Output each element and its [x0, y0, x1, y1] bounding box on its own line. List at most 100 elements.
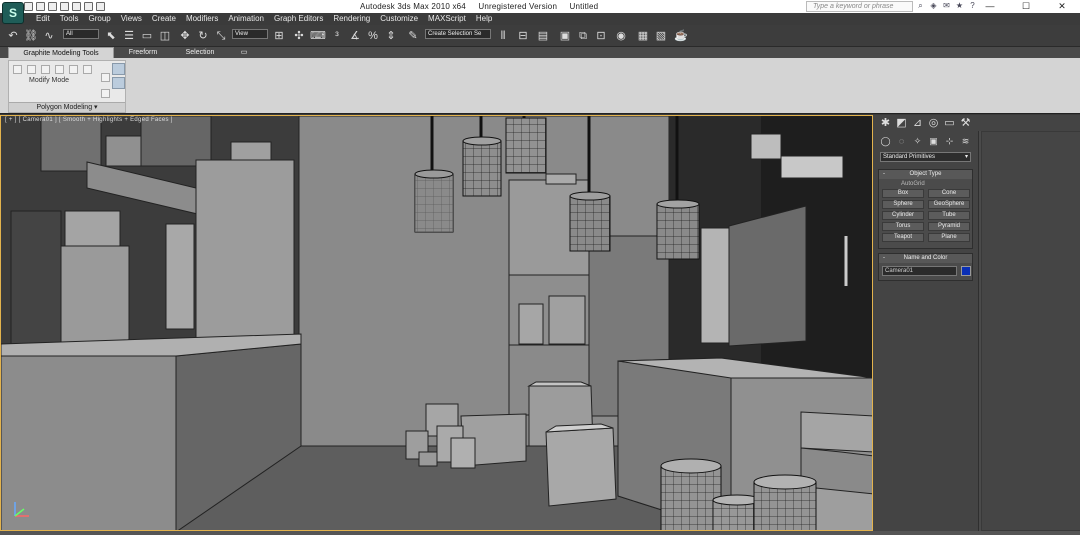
polygon-modeling-dropdown[interactable]: Polygon Modeling ▾	[9, 102, 125, 112]
shapes-icon[interactable]: ◌	[895, 135, 908, 147]
render-production-icon[interactable]: ☕	[674, 29, 688, 43]
mirror-icon[interactable]: ⫴	[496, 29, 510, 43]
lights-icon[interactable]: ✧	[911, 135, 924, 147]
save-file-icon[interactable]	[48, 2, 57, 11]
utilities-tab-icon[interactable]: ⚒	[959, 117, 972, 130]
display-tab-icon[interactable]: ▭	[943, 117, 956, 130]
cameras-icon[interactable]: ▣	[927, 135, 940, 147]
pyramid-button[interactable]: Pyramid	[928, 222, 970, 231]
menu-edit[interactable]: Edit	[31, 13, 55, 25]
ribbon-expand-icon[interactable]	[112, 77, 125, 89]
tab-selection[interactable]: Selection	[174, 47, 226, 58]
menu-tools[interactable]: Tools	[55, 13, 84, 25]
torus-button[interactable]: Torus	[882, 222, 924, 231]
cone-button[interactable]: Cone	[928, 189, 970, 198]
edge-mode-icon[interactable]	[41, 65, 50, 74]
plane-button[interactable]: Plane	[928, 233, 970, 242]
modify-tab-icon[interactable]: ◩	[895, 117, 908, 130]
help-search-input[interactable]: Type a keyword or phrase	[806, 1, 913, 12]
camera-viewport[interactable]: [ + ] [ Camera01 ] [ Smooth + Highlights…	[0, 115, 873, 531]
space-warps-icon[interactable]: ≋	[959, 135, 972, 147]
menu-graph-editors[interactable]: Graph Editors	[269, 13, 328, 25]
select-by-name-icon[interactable]: ☰	[122, 29, 136, 43]
object-type-header[interactable]: Object Type	[879, 170, 972, 179]
menu-views[interactable]: Views	[116, 13, 147, 25]
primitive-category-select[interactable]: Standard Primitives	[880, 152, 971, 162]
object-mode-icon[interactable]	[13, 65, 22, 74]
geosphere-button[interactable]: GeoSphere	[928, 200, 970, 209]
edit-named-selection-icon[interactable]: ✎	[406, 29, 420, 43]
tab-graphite-modeling-tools[interactable]: Graphite Modeling Tools	[8, 47, 114, 58]
spinner-snap-icon[interactable]: ⇕	[384, 29, 398, 43]
menu-rendering[interactable]: Rendering	[328, 13, 375, 25]
collapse-stack-icon[interactable]	[101, 73, 110, 82]
subscription-icon[interactable]: ◈	[929, 1, 938, 10]
minimize-button[interactable]: —	[972, 0, 1008, 13]
schematic-view-icon[interactable]: ⊡	[594, 29, 608, 43]
viewport-label[interactable]: [ + ] [ Camera01 ] [ Smooth + Highlights…	[5, 117, 173, 123]
curve-editor-icon[interactable]: ⧉	[576, 29, 590, 43]
tab-freeform[interactable]: Freeform	[118, 47, 168, 58]
graphite-toggle-icon[interactable]: ▣	[558, 29, 572, 43]
snaps-toggle-icon[interactable]: ³	[330, 29, 344, 43]
polygon-mode-icon[interactable]	[69, 65, 78, 74]
scale-icon[interactable]: ⤡	[214, 29, 228, 43]
maximize-button[interactable]: ☐	[1008, 0, 1044, 13]
rendered-frame-window-icon[interactable]: ▧	[654, 29, 668, 43]
select-object-icon[interactable]: ⬉	[104, 29, 118, 43]
favorites-icon[interactable]: ★	[955, 1, 964, 10]
selection-filter-select[interactable]: All	[63, 29, 99, 39]
open-file-icon[interactable]	[36, 2, 45, 11]
undo-icon[interactable]: ↶	[6, 29, 20, 43]
sphere-button[interactable]: Sphere	[882, 200, 924, 209]
helpers-icon[interactable]: ⊹	[943, 135, 956, 147]
vertex-mode-icon[interactable]	[27, 65, 36, 74]
layer-manager-icon[interactable]: ▤	[536, 29, 550, 43]
create-tab-icon[interactable]: ✱	[879, 117, 892, 130]
hierarchy-tab-icon[interactable]: ⊿	[911, 117, 924, 130]
render-setup-icon[interactable]: ▦	[636, 29, 650, 43]
reference-coordinate-select[interactable]: View	[232, 29, 268, 39]
redo-icon[interactable]	[72, 2, 81, 11]
named-selection-set-select[interactable]: Create Selection Se	[425, 29, 491, 39]
element-mode-icon[interactable]	[83, 65, 92, 74]
angle-snap-icon[interactable]: ∡	[348, 29, 362, 43]
window-crossing-icon[interactable]: ◫	[158, 29, 172, 43]
menu-customize[interactable]: Customize	[375, 13, 423, 25]
toggle-stack-icon[interactable]	[101, 89, 110, 98]
name-and-color-header[interactable]: Name and Color	[879, 254, 972, 263]
ribbon-options-icon[interactable]: ▭	[238, 47, 250, 58]
autogrid-checkbox[interactable]: AutoGrid	[879, 179, 972, 189]
pivot-center-icon[interactable]: ⊞	[272, 29, 286, 43]
quick-access-dropdown-icon[interactable]	[96, 2, 105, 11]
rect-selection-icon[interactable]: ▭	[140, 29, 154, 43]
bind-space-warp-icon[interactable]: ∿	[42, 29, 56, 43]
ribbon-pin-icon[interactable]	[112, 63, 125, 75]
geometry-icon[interactable]: ◯	[879, 135, 892, 147]
motion-tab-icon[interactable]: ◎	[927, 117, 940, 130]
new-file-icon[interactable]	[24, 2, 33, 11]
material-editor-icon[interactable]: ◉	[614, 29, 628, 43]
communication-icon[interactable]: ✉	[942, 1, 951, 10]
project-folder-icon[interactable]	[84, 2, 93, 11]
move-icon[interactable]: ✥	[178, 29, 192, 43]
cylinder-button[interactable]: Cylinder	[882, 211, 924, 220]
menu-animation[interactable]: Animation	[223, 13, 269, 25]
modify-mode-label[interactable]: Modify Mode	[29, 77, 69, 84]
app-logo-icon[interactable]: S	[2, 2, 24, 24]
tube-button[interactable]: Tube	[928, 211, 970, 220]
link-icon[interactable]: ⛓	[24, 29, 38, 43]
search-icon[interactable]: ⌕	[916, 1, 925, 10]
teapot-button[interactable]: Teapot	[882, 233, 924, 242]
border-mode-icon[interactable]	[55, 65, 64, 74]
menu-maxscript[interactable]: MAXScript	[423, 13, 471, 25]
object-color-swatch[interactable]	[961, 266, 971, 276]
menu-group[interactable]: Group	[83, 13, 115, 25]
close-button[interactable]: ✕	[1044, 0, 1080, 13]
keyboard-shortcut-icon[interactable]: ⌨	[310, 29, 326, 43]
undo-icon[interactable]	[60, 2, 69, 11]
align-icon[interactable]: ⊟	[516, 29, 530, 43]
menu-help[interactable]: Help	[471, 13, 497, 25]
box-button[interactable]: Box	[882, 189, 924, 198]
menu-create[interactable]: Create	[147, 13, 181, 25]
